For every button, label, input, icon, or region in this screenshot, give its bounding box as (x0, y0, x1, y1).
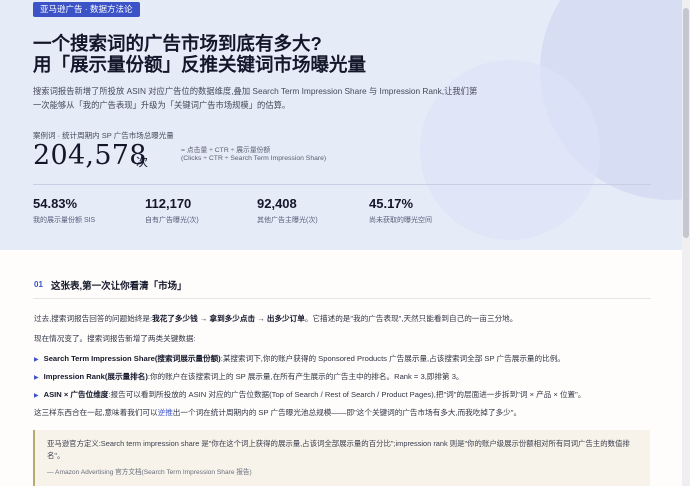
kpi-label: 其他广告主曝光(次) (257, 217, 318, 224)
kpi-value: 92,408 (257, 196, 297, 211)
market-impressions-unit: 次 (136, 155, 149, 169)
kpi-value: 54.83% (33, 196, 78, 211)
kpi-impression-share: 54.83% 我的展示量份额 SIS (33, 196, 95, 225)
section-title: 这张表,第一次让你看清「市场」 (51, 281, 187, 292)
list-item: ▶ Impression Rank(展示量排名):你的账户在该搜索词上的 SP 展… (34, 371, 654, 384)
kpi-value: 45.17% (369, 196, 414, 211)
formula-en: (Clicks ÷ CTR ÷ Search Term Impression S… (181, 155, 327, 162)
kpi-other-impressions: 92,408 其他广告主曝光(次) (257, 196, 318, 225)
emphasis-flow: 我花了多少钱 → 拿到多少点击 → 出多少订单 (152, 314, 305, 323)
definition-quote: 亚马逊官方定义:Search term impression share 是"你… (33, 430, 650, 486)
bullet-desc: :某搜索词下,你的账户获得的 Sponsored Products 广告展示量,… (220, 354, 565, 363)
highlight-text: 逆推 (157, 408, 173, 417)
section-divider (33, 298, 651, 299)
bullet-desc: :报告可以看到所投放的 ASIN 对应的广告位数据(Top of Search … (108, 390, 586, 399)
formula-cn: = 点击量 ÷ CTR ÷ 展示量份额 (181, 147, 271, 154)
intro-text: 搜索词报告新增了所投放 ASIN 对应广告位的数据维度,叠加 Search Te… (33, 86, 478, 110)
bullet-icon: ▶ (34, 375, 39, 381)
kpi-own-impressions: 112,170 自有广告曝光(次) (145, 196, 199, 225)
kpi-value: 112,170 (145, 196, 192, 211)
kpi-unclaimed-share: 45.17% 尚未获取的曝光空间 (369, 196, 432, 225)
paragraph-2: 现在情况变了。搜索词报告新增了两类关键数据: (34, 334, 196, 343)
market-impressions-value: 204,578 (33, 140, 147, 171)
kpi-label: 尚未获取的曝光空间 (369, 217, 432, 224)
bullet-term: Search Term Impression Share(搜索词展示量份额) (43, 354, 221, 363)
kpi-label: 自有广告曝光(次) (145, 217, 199, 224)
paragraph-1: 过去,搜索词报告回答的问题始终是:我花了多少钱 → 拿到多少点击 → 出多少订单… (34, 314, 518, 323)
list-item: ▶ ASIN × 广告位维度:报告可以看到所投放的 ASIN 对应的广告位数据(T… (34, 389, 654, 402)
quote-source: — Amazon Advertising 官方文档(Search Term Im… (47, 469, 252, 476)
bullet-term: ASIN × 广告位维度 (43, 390, 109, 399)
page-title-line2: 用「展示量份额」反推关键词市场曝光量 (33, 54, 367, 75)
category-badge: 亚马逊广告 · 数据方法论 (33, 2, 140, 17)
scrollbar[interactable] (682, 0, 690, 486)
bullet-icon: ▶ (34, 357, 39, 363)
bullet-term: Impression Rank(展示量排名) (43, 372, 148, 381)
divider (33, 184, 651, 185)
list-item: ▶ Search Term Impression Share(搜索词展示量份额):… (34, 353, 654, 366)
scrollbar-thumb[interactable] (683, 8, 689, 238)
quote-text: 亚马逊官方定义:Search term impression share 是"你… (47, 439, 630, 460)
paragraph-3: 这三样东西合在一起,意味着我们可以逆推出一个词在统计周期内的 SP 广告曝光池总… (34, 408, 522, 417)
section-number: 01 (34, 280, 43, 289)
kpi-label: 我的展示量份额 SIS (33, 217, 96, 224)
bullet-desc: :你的账户在该搜索词上的 SP 展示量,在所有产生展示的广告主中的排名。Rank… (147, 372, 464, 381)
bullet-icon: ▶ (34, 393, 39, 399)
